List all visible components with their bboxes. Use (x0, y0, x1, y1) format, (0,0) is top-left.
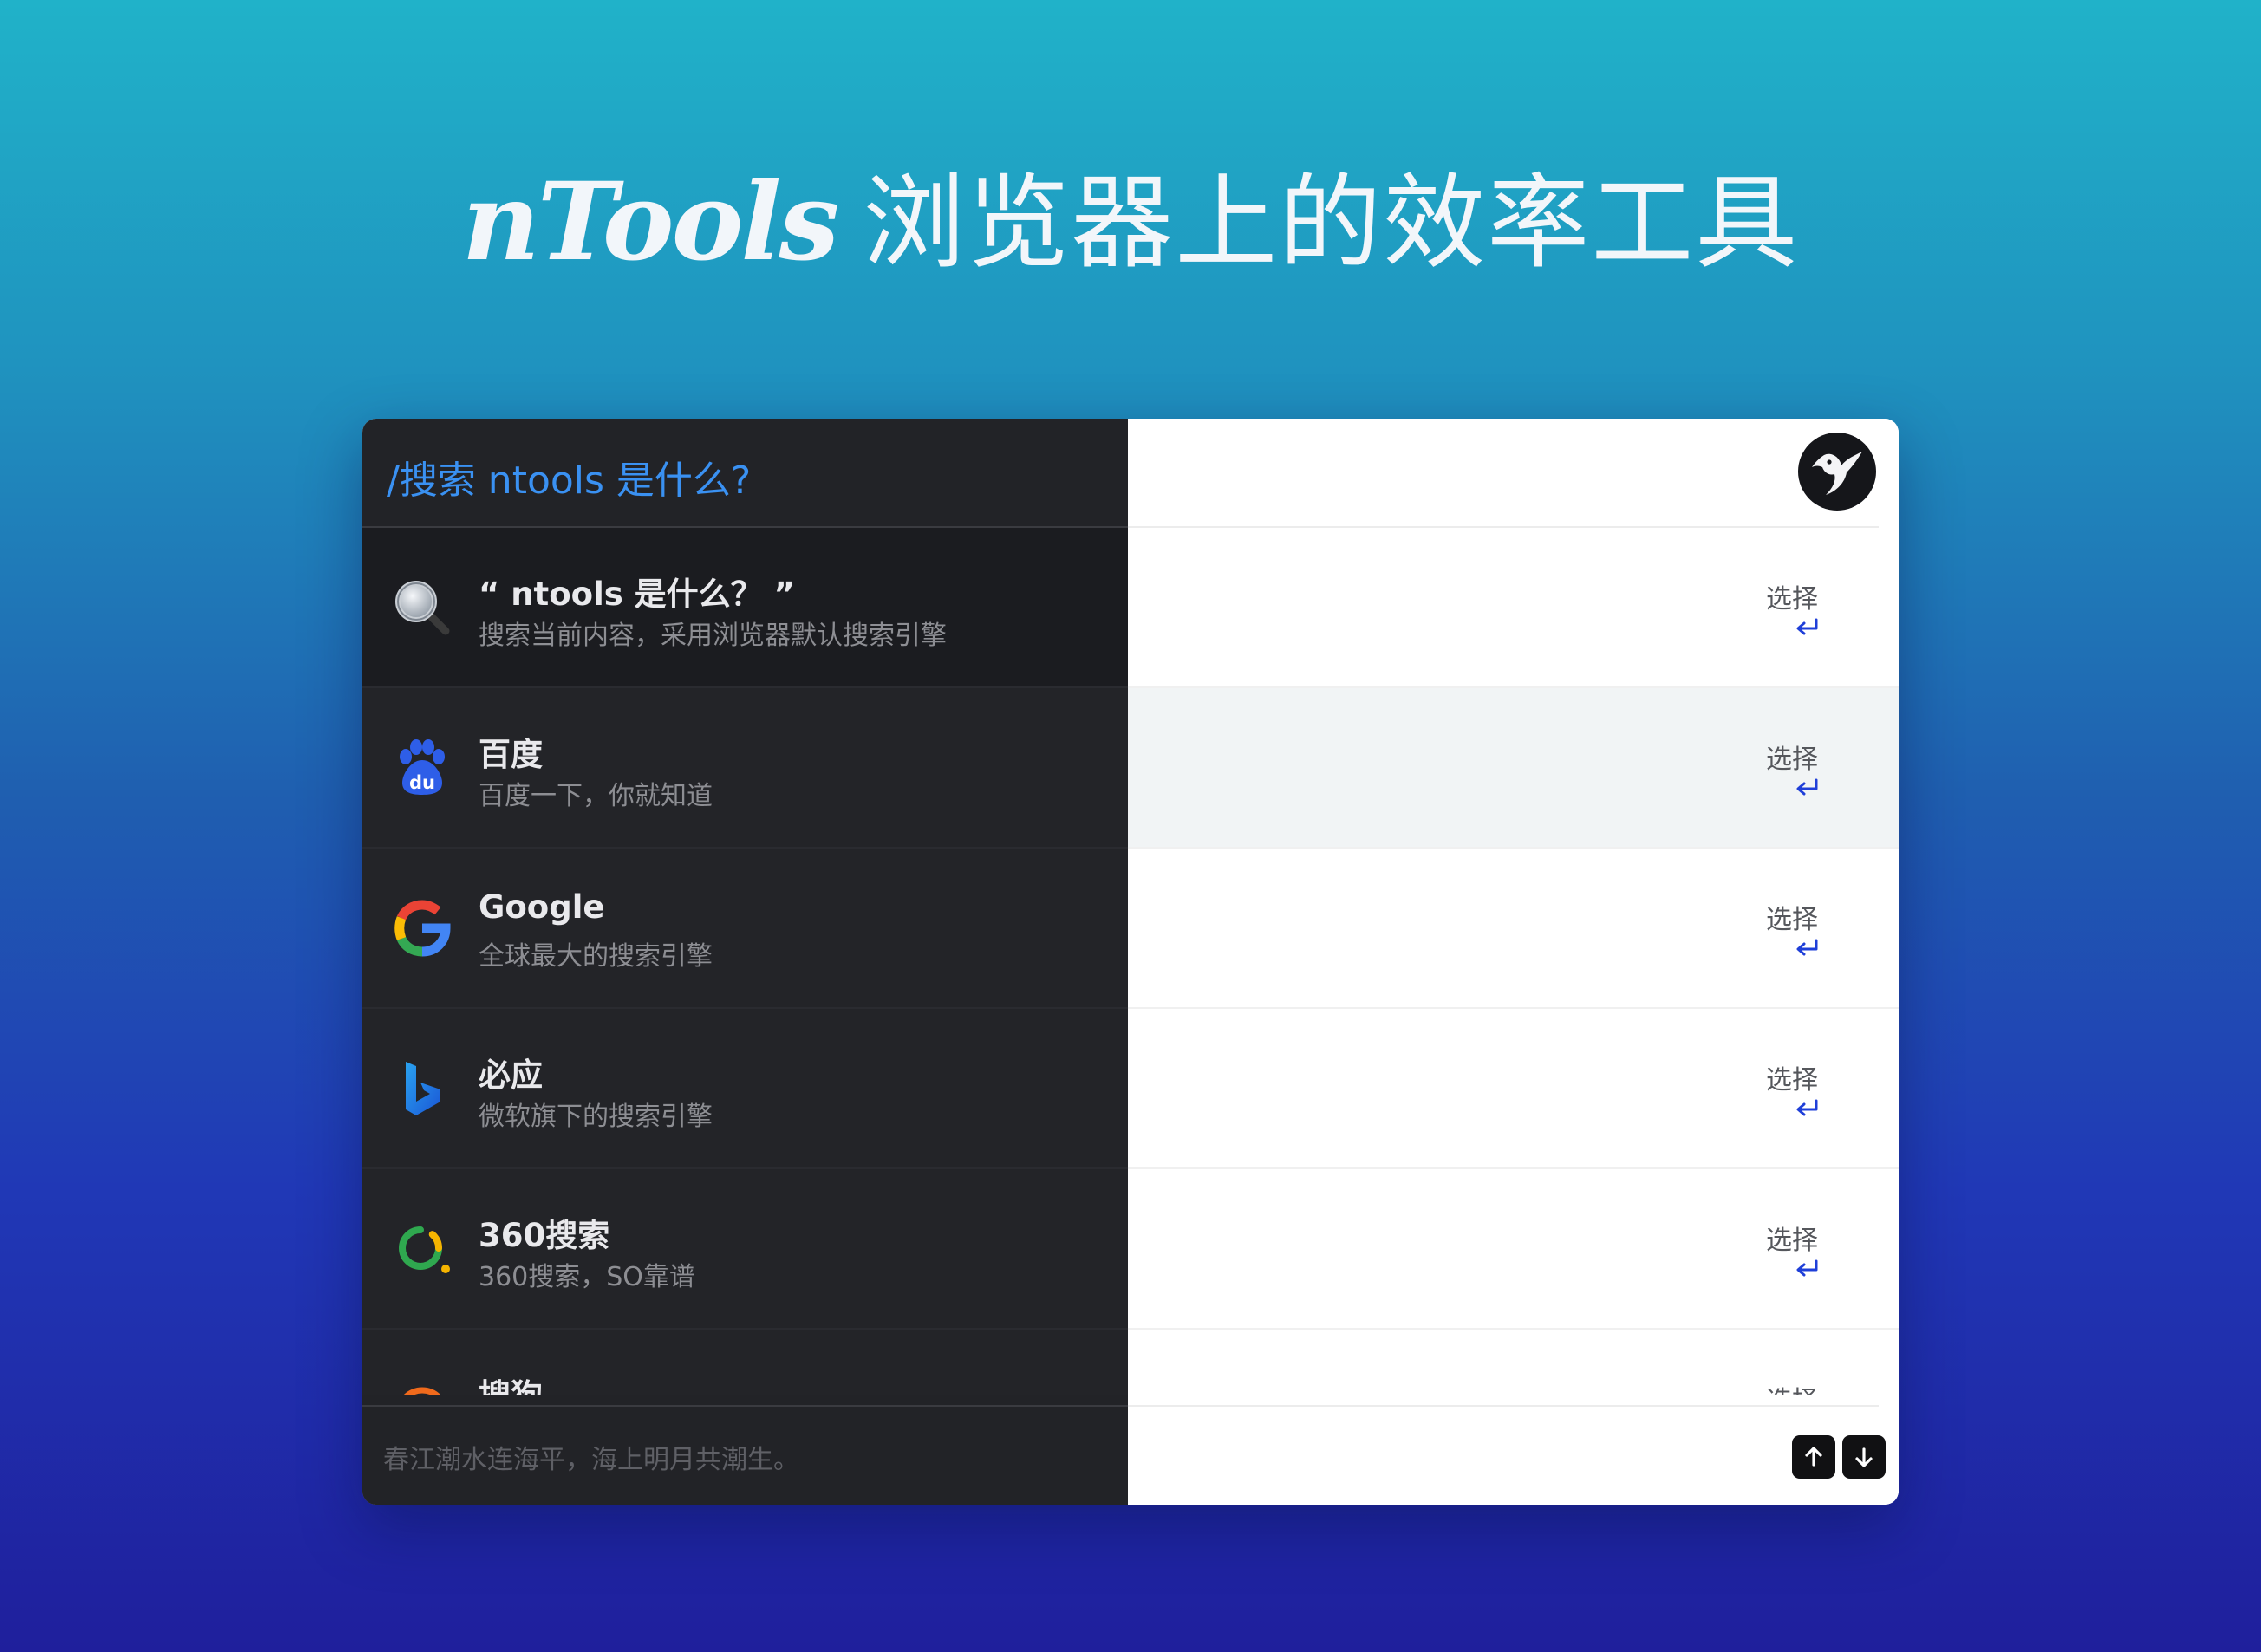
result-title: “ ntools 是什么？ ” (479, 576, 795, 613)
footer-poem: 春江潮水连海平，海上明月共潮生。 (383, 1445, 799, 1475)
select-button[interactable]: 选择 (1766, 1058, 1818, 1096)
enter-key-icon (1794, 938, 1820, 959)
result-row-right[interactable]: 选择 (1128, 528, 1899, 688)
google-icon (392, 898, 453, 959)
svg-text:du: du (409, 772, 435, 793)
result-title: 必应 (479, 1057, 543, 1094)
result-row-left[interactable]: 搜狗 (362, 1330, 1128, 1395)
tagline: 浏览器上的效率工具 (863, 163, 1800, 283)
select-button[interactable]: 选择 (1766, 1379, 1818, 1395)
select-button[interactable]: 选择 (1766, 577, 1818, 615)
right-header (1128, 419, 1899, 528)
footer-bar: 春江潮水连海平，海上明月共潮生。 (362, 1405, 1128, 1505)
result-row-right[interactable]: 选择 (1128, 1009, 1899, 1169)
result-row-left[interactable]: 必应 微软旗下的搜索引擎 (362, 1009, 1128, 1169)
result-row-right[interactable]: 选择 (1128, 1330, 1899, 1395)
headline: nTools 浏览器上的效率工具 (0, 169, 2261, 276)
result-row[interactable]: Google 全球最大的搜索引擎 选择 (362, 849, 1899, 1009)
result-row-right[interactable]: 选择 (1128, 1169, 1899, 1330)
result-row-left[interactable]: 360搜索 360搜索，SO靠谱 (362, 1169, 1128, 1330)
result-row-left[interactable]: “ ntools 是什么？ ” 搜索当前内容，采用浏览器默认搜索引擎 (362, 528, 1128, 688)
result-description: 搜索当前内容，采用浏览器默认搜索引擎 (479, 621, 947, 651)
sogou-icon (392, 1379, 453, 1395)
divider (1128, 1405, 1879, 1407)
result-row-right[interactable]: 选择 (1128, 688, 1899, 849)
select-button[interactable]: 选择 (1766, 1219, 1818, 1257)
result-title: 搜狗 (479, 1369, 543, 1395)
result-title: Google (479, 888, 605, 926)
result-row[interactable]: “ ntools 是什么？ ” 搜索当前内容，采用浏览器默认搜索引擎 选择 (362, 528, 1899, 688)
result-row-left[interactable]: du 百度 百度一下，你就知道 (362, 688, 1128, 849)
result-row[interactable]: 必应 微软旗下的搜索引擎 选择 (362, 1009, 1899, 1169)
result-list: “ ntools 是什么？ ” 搜索当前内容，采用浏览器默认搜索引擎 选择 du… (362, 528, 1899, 1395)
magnifier-icon (392, 577, 453, 638)
brand-name: nTools (461, 159, 840, 285)
so360-icon (392, 1219, 453, 1279)
enter-key-icon (1794, 1098, 1820, 1119)
result-description: 全球最大的搜索引擎 (479, 941, 713, 972)
result-row-left[interactable]: Google 全球最大的搜索引擎 (362, 849, 1128, 1009)
enter-key-icon (1794, 617, 1820, 638)
result-description: 百度一下，你就知道 (479, 781, 713, 811)
enter-key-icon (1794, 777, 1820, 798)
baidu-icon: du (392, 738, 453, 798)
result-description: 360搜索，SO靠谱 (479, 1262, 695, 1292)
result-row[interactable]: du 百度 百度一下，你就知道 选择 (362, 688, 1899, 849)
arrow-up-key-icon[interactable] (1792, 1435, 1835, 1479)
search-bar[interactable]: /搜索 ntools 是什么? (362, 419, 1128, 528)
ntools-window: /搜索 ntools 是什么? “ ntools 是什么？ ” 搜索当前内容，采… (362, 419, 1899, 1505)
result-row-right[interactable]: 选择 (1128, 849, 1899, 1009)
select-button[interactable]: 选择 (1766, 738, 1818, 776)
arrow-down-key-icon[interactable] (1842, 1435, 1886, 1479)
enter-key-icon (1794, 1259, 1820, 1279)
result-title: 百度 (479, 736, 543, 773)
search-input[interactable]: /搜索 ntools 是什么? (387, 449, 751, 504)
result-row[interactable]: 360搜索 360搜索，SO靠谱 选择 (362, 1169, 1899, 1330)
bing-icon (392, 1058, 453, 1119)
footer-nav (1128, 1405, 1899, 1505)
result-title: 360搜索 (479, 1217, 610, 1254)
hummingbird-logo-icon[interactable] (1798, 433, 1876, 511)
select-button[interactable]: 选择 (1766, 898, 1818, 936)
result-description: 微软旗下的搜索引擎 (479, 1102, 713, 1132)
result-row[interactable]: 搜狗 选择 (362, 1330, 1899, 1395)
